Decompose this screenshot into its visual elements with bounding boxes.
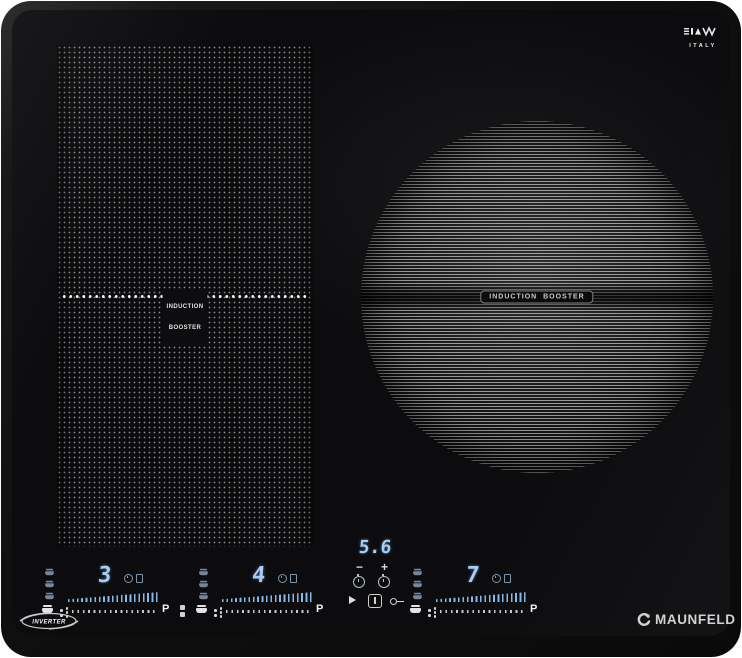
keep-warm-icon xyxy=(136,574,143,583)
pot-large-icon[interactable] xyxy=(45,592,54,600)
zone2-boost-button[interactable]: P xyxy=(316,603,323,615)
timer-up-icon[interactable] xyxy=(378,574,390,588)
pot-large-icon[interactable] xyxy=(199,592,208,600)
timer-display: 5.6 xyxy=(357,537,393,558)
timer-down-icon[interactable] xyxy=(353,574,365,588)
pot-small-icon[interactable] xyxy=(413,568,422,576)
pause-resume-icon[interactable] xyxy=(349,596,356,604)
zone2-level-display: 4 xyxy=(250,563,267,588)
italy-label: ITALY xyxy=(689,43,717,49)
timer-plus-button[interactable]: + xyxy=(381,561,388,573)
zone1-power-level-indicator xyxy=(68,592,160,602)
timer-minus-button[interactable]: − xyxy=(356,561,363,573)
zone1-status-icons xyxy=(124,574,143,583)
zone1-level-display: 3 xyxy=(96,563,113,588)
keep-warm-icon xyxy=(290,574,297,583)
zone1-boost-button[interactable]: P xyxy=(162,603,169,615)
hob-frame: ITALY INDUCTION BOOSTER INDUCTION BOOSTE… xyxy=(1,1,741,657)
zone2-controls: 4 P xyxy=(192,558,344,618)
zone3-controls: 7 P xyxy=(406,558,558,618)
zone2-power-slider[interactable] xyxy=(226,610,312,613)
zone2-power-level-indicator xyxy=(222,592,314,602)
zone1-power-slider[interactable] xyxy=(72,610,158,613)
zone2-pot-size-selector[interactable] xyxy=(198,568,209,600)
maunfeld-swirl-icon xyxy=(637,612,651,626)
pot-medium-icon[interactable] xyxy=(413,580,422,588)
zone3-pot-size-selector[interactable] xyxy=(412,568,423,600)
pot-small-icon[interactable] xyxy=(199,568,208,576)
zone1-pot-size-selector[interactable] xyxy=(44,568,55,600)
zone2-status-icons xyxy=(278,574,297,583)
pot-large-icon[interactable] xyxy=(413,592,422,600)
round-cooking-zone: INDUCTION BOOSTER xyxy=(361,121,713,473)
induction-booster-label: INDUCTION BOOSTER xyxy=(162,290,208,346)
zone3-power-slider[interactable] xyxy=(440,610,526,613)
pot-small-icon[interactable] xyxy=(45,568,54,576)
zone2-touch-row: P xyxy=(192,603,344,618)
glass-surface: ITALY INDUCTION BOOSTER INDUCTION BOOSTE… xyxy=(12,10,735,636)
inverter-label: INVERTER xyxy=(32,619,66,625)
zone-select-dots-icon[interactable] xyxy=(214,607,223,617)
zone3-level-display: 7 xyxy=(464,563,481,588)
induction-booster-label: INDUCTION BOOSTER xyxy=(480,290,594,304)
maunfeld-wordmark: MAUNFELD xyxy=(655,612,736,627)
zone-select-dots-icon[interactable] xyxy=(428,607,437,617)
timer-clock-icon xyxy=(278,574,287,583)
keep-warm-icon xyxy=(504,574,511,583)
timer-clock-icon xyxy=(492,574,501,583)
power-on-off-icon[interactable] xyxy=(368,594,382,608)
zone3-power-level-indicator xyxy=(436,592,528,602)
zone3-status-icons xyxy=(492,574,511,583)
pot-medium-icon[interactable] xyxy=(45,580,54,588)
timer-clock-icon xyxy=(124,574,133,583)
made-in-italy-logo: ITALY xyxy=(678,24,728,49)
italy-maker-mark-icon xyxy=(684,26,716,37)
zone3-boost-button[interactable]: P xyxy=(530,603,537,615)
pot-medium-icon[interactable] xyxy=(199,580,208,588)
child-lock-key-icon[interactable] xyxy=(390,597,405,605)
flex-cooking-zone: INDUCTION BOOSTER xyxy=(57,45,313,547)
bridge-zones-icon[interactable] xyxy=(180,605,185,617)
product-photo-induction-hob: ITALY INDUCTION BOOSTER INDUCTION BOOSTE… xyxy=(0,0,742,658)
zone1-controls: 3 P xyxy=(38,558,190,618)
pot-icon[interactable] xyxy=(410,605,421,613)
pot-icon[interactable] xyxy=(196,605,207,613)
zone3-touch-row: P xyxy=(406,603,558,618)
inverter-badge: INVERTER xyxy=(19,612,79,630)
maunfeld-logo: MAUNFELD xyxy=(636,612,736,627)
